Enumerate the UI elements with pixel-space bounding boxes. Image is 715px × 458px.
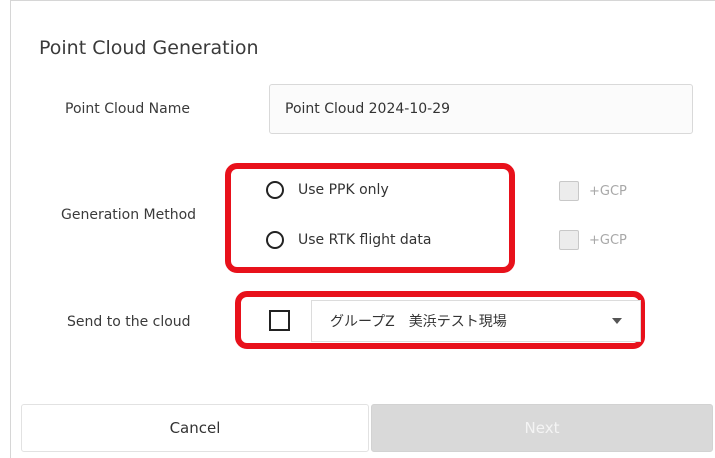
cancel-button[interactable]: Cancel <box>21 404 369 452</box>
point-cloud-name-input[interactable]: Point Cloud 2024-10-29 <box>269 84 693 134</box>
generation-method-highlight <box>225 163 515 273</box>
radio-use-ppk-only[interactable]: Use PPK only <box>266 181 389 199</box>
dialog-title: Point Cloud Generation <box>39 37 259 59</box>
radio-use-rtk-flight-data[interactable]: Use RTK flight data <box>266 231 431 249</box>
point-cloud-generation-dialog: Point Cloud Generation Point Cloud Name … <box>10 0 715 458</box>
radio-use-rtk-flight-data-label: Use RTK flight data <box>298 232 432 248</box>
gcp-checkbox-rtk: +GCP <box>559 230 627 250</box>
disabled-checkbox-icon <box>559 181 579 201</box>
chevron-down-icon <box>612 318 622 324</box>
disabled-checkbox-icon <box>559 230 579 250</box>
next-button[interactable]: Next <box>371 404 713 452</box>
gcp-label-rtk: +GCP <box>589 232 627 248</box>
gcp-checkbox-ppk: +GCP <box>559 181 627 201</box>
cloud-group-selected-value: グループZ 美浜テスト現場 <box>330 314 507 330</box>
point-cloud-name-value: Point Cloud 2024-10-29 <box>285 101 451 117</box>
gcp-label-ppk: +GCP <box>589 183 627 199</box>
radio-button-icon[interactable] <box>266 181 284 199</box>
radio-button-icon[interactable] <box>266 231 284 249</box>
send-to-cloud-checkbox[interactable] <box>269 310 290 331</box>
cancel-button-label: Cancel <box>169 419 221 437</box>
point-cloud-name-label: Point Cloud Name <box>65 101 190 117</box>
generation-method-label: Generation Method <box>61 207 197 223</box>
next-button-label: Next <box>524 419 560 437</box>
cloud-group-select[interactable]: グループZ 美浜テスト現場 <box>311 300 641 342</box>
radio-use-ppk-only-label: Use PPK only <box>298 182 389 198</box>
send-to-cloud-label: Send to the cloud <box>67 314 191 330</box>
